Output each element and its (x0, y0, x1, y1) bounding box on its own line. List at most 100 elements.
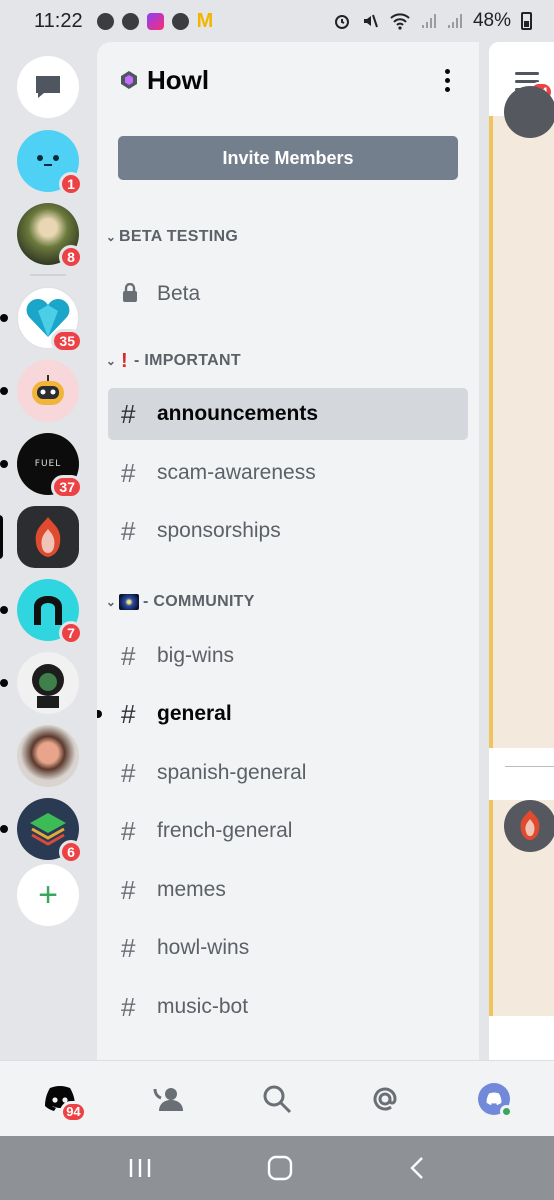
online-status-indicator (499, 1104, 513, 1118)
wifi-icon (390, 13, 410, 30)
battery-icon (521, 12, 532, 30)
server-avatar (17, 725, 79, 787)
channel-announcements[interactable]: # announcements (108, 388, 468, 440)
server-badge: 35 (51, 329, 83, 353)
nav-mentions[interactable] (355, 1069, 415, 1129)
profile-avatar-icon (477, 1082, 513, 1118)
kebab-menu-icon[interactable] (437, 68, 457, 92)
channel-label: sponsorships (157, 519, 281, 542)
friends-icon (153, 1087, 183, 1111)
alarm-icon (334, 15, 349, 29)
category-label: - COMMUNITY (143, 593, 255, 610)
server-rail: 1 8 35 FUEL 37 7 6 + (0, 42, 96, 1060)
messenger-icon (171, 12, 189, 30)
category-important[interactable]: ⌄ ! - IMPORTANT (103, 350, 241, 372)
channel-memes[interactable]: # memes (108, 864, 468, 916)
selected-pill (0, 515, 3, 559)
hash-icon: # (121, 932, 136, 963)
guild-header[interactable]: Howl (97, 42, 479, 118)
channel-beta[interactable]: Beta (108, 268, 468, 320)
server-icon[interactable] (0, 360, 79, 422)
smiley-face-icon (37, 155, 59, 166)
unread-pill (0, 387, 8, 395)
chevron-down-icon: ⌄ (105, 230, 117, 244)
channel-label: music-bot (157, 995, 249, 1018)
hash-icon: # (121, 757, 136, 788)
chevron-down-icon: ⌄ (105, 354, 117, 368)
nav-friends[interactable] (139, 1069, 199, 1129)
server-icon[interactable] (0, 652, 79, 714)
hash-icon: # (121, 815, 136, 846)
facebook-icon (96, 12, 114, 30)
nav-home[interactable]: 94 (30, 1069, 90, 1129)
nav-search[interactable] (247, 1069, 307, 1129)
layers-icon (30, 813, 66, 846)
divider (505, 766, 554, 767)
avatar (504, 86, 554, 138)
howl-wolf-icon (35, 517, 61, 557)
channel-label: big-wins (157, 644, 235, 667)
rail-divider (30, 274, 66, 276)
channel-scam-awareness[interactable]: # scam-awareness (108, 447, 468, 499)
hash-icon: # (121, 874, 136, 905)
server-avatar (17, 360, 79, 422)
galaxy-emoji-icon (119, 594, 139, 610)
channel-label: announcements (157, 402, 319, 425)
chevron-down-icon: ⌄ (105, 595, 117, 609)
server-icon[interactable]: 35 (0, 287, 83, 353)
channel-howl-wins[interactable]: # howl-wins (108, 922, 468, 974)
server-badge: 1 (59, 172, 83, 196)
add-server-button[interactable]: + (17, 864, 79, 926)
channel-music-bot[interactable]: # music-bot (108, 981, 468, 1033)
robot-icon (32, 375, 64, 405)
lock-icon (121, 279, 145, 310)
add-server-face: + (17, 864, 79, 926)
channel-label: memes (157, 878, 226, 901)
server-badge: 37 (51, 475, 83, 499)
dm-face (17, 56, 79, 118)
recents-icon[interactable] (128, 1157, 152, 1179)
hash-icon: # (121, 698, 136, 729)
channel-general[interactable]: # general (97, 688, 468, 740)
exclamation-icon: ! (121, 349, 128, 372)
unread-indicator (97, 710, 102, 718)
guild-title: Howl (147, 64, 210, 95)
channel-sponsorships[interactable]: # sponsorships (108, 505, 468, 557)
server-icon[interactable]: 8 (17, 203, 83, 269)
server-icon[interactable]: 6 (0, 798, 83, 864)
server-icon[interactable]: FUEL 37 (0, 433, 83, 499)
home-icon[interactable] (267, 1155, 293, 1181)
mute-icon (363, 14, 378, 28)
channel-label: howl-wins (157, 936, 250, 959)
channel-big-wins[interactable]: # big-wins (108, 630, 468, 682)
status-left: 11:22 M (34, 10, 213, 33)
channel-label: scam-awareness (157, 461, 316, 484)
back-icon[interactable] (408, 1156, 426, 1180)
server-icon[interactable] (17, 725, 79, 787)
category-label: BETA TESTING (119, 228, 239, 245)
channel-label: general (157, 702, 232, 725)
chat-peek-panel[interactable]: 94 (489, 42, 554, 1060)
channel-label: french-general (157, 819, 293, 842)
server-icon[interactable]: 7 (0, 579, 83, 645)
channel-spanish-general[interactable]: # spanish-general (108, 747, 468, 799)
fuel-logo: FUEL (34, 459, 62, 469)
channel-french-general[interactable]: # french-general (108, 805, 468, 857)
mcdonalds-icon: M (196, 10, 214, 32)
direct-messages-button[interactable] (17, 56, 79, 118)
status-time: 11:22 (34, 9, 83, 32)
unread-pill (0, 679, 8, 687)
server-icon-howl[interactable] (0, 506, 79, 568)
plus-icon: + (38, 875, 58, 914)
channel-panel: Howl Invite Members ⌄ BETA TESTING Beta … (97, 42, 479, 1060)
server-icon[interactable]: 1 (17, 130, 83, 196)
category-community[interactable]: ⌄ - COMMUNITY (103, 591, 255, 613)
nav-profile[interactable] (464, 1069, 524, 1129)
hash-icon: # (121, 991, 136, 1022)
avatar (504, 800, 554, 852)
hash-icon: # (121, 457, 136, 488)
hash-icon: # (121, 515, 136, 546)
channel-label: Beta (157, 282, 201, 305)
category-beta-testing[interactable]: ⌄ BETA TESTING (103, 226, 238, 248)
invite-members-button[interactable]: Invite Members (118, 136, 458, 180)
